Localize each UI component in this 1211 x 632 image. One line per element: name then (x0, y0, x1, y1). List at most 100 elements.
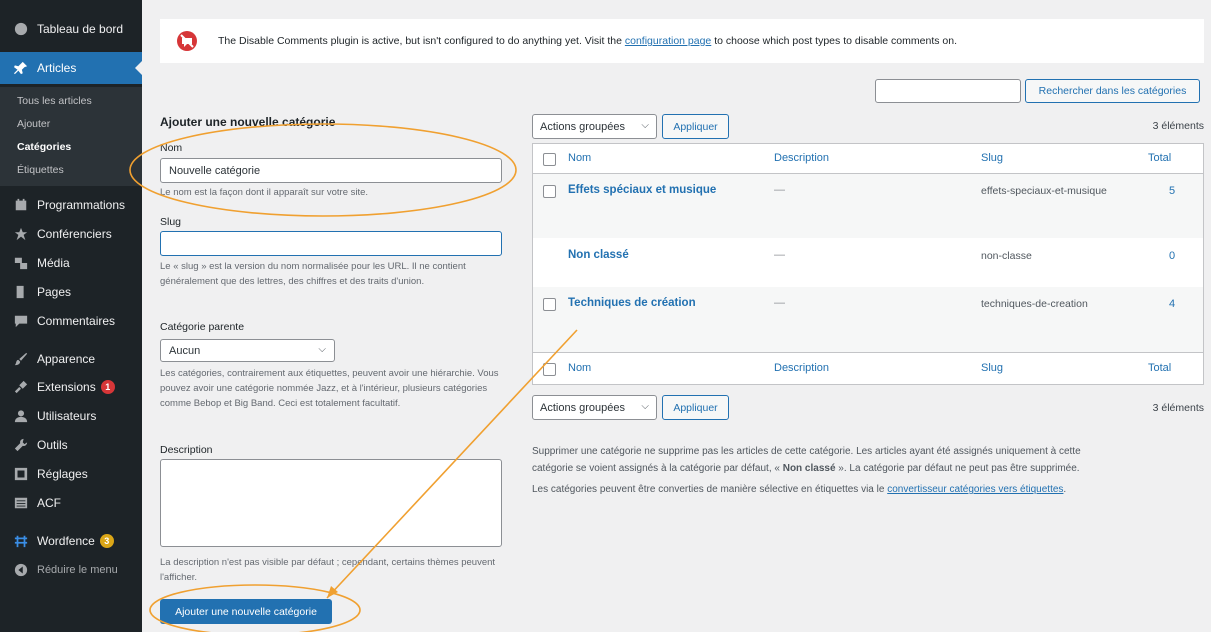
collapse-label: Réduire le menu (37, 564, 118, 576)
menu-item-media[interactable]: Média (0, 250, 142, 276)
add-category-submit-button[interactable]: Ajouter une nouvelle catégorie (160, 599, 332, 624)
convert-info-line: Les catégories peuvent être converties d… (532, 482, 1066, 497)
slug-label: Slug (160, 216, 182, 228)
configuration-page-link[interactable]: configuration page (625, 35, 711, 47)
brush-icon (14, 352, 28, 366)
chevron-down-icon: ⌵ (318, 344, 326, 355)
bulk-actions-select-top[interactable]: Actions groupées ⌵ (532, 114, 657, 139)
parent-category-label: Catégorie parente (160, 321, 245, 333)
column-footer-total[interactable]: Total (1148, 362, 1171, 374)
notice-text-end: to choose which post types to disable co… (711, 35, 957, 47)
category-count-link[interactable]: 4 (1169, 298, 1175, 310)
add-category-heading: Ajouter une nouvelle catégorie (160, 115, 336, 129)
parent-help-text: Les catégories, contrairement aux étique… (160, 368, 499, 409)
menu-label: Wordfence (37, 534, 95, 548)
category-tag-converter-link[interactable]: convertisseur catégories vers étiquettes (887, 484, 1063, 495)
category-slug: non-classe (981, 250, 1032, 262)
menu-item-programmations[interactable]: Programmations (0, 192, 142, 218)
menu-item-articles[interactable]: Articles (0, 52, 142, 84)
submenu-item-add[interactable]: Ajouter (17, 118, 50, 130)
row-checkbox[interactable] (543, 185, 556, 198)
disable-comments-logo-icon (177, 31, 197, 51)
category-slug: techniques-de-creation (981, 298, 1088, 310)
table-row: Techniques de création — techniques-de-c… (533, 287, 1203, 353)
comment-icon (14, 314, 28, 328)
submenu-item-all-articles[interactable]: Tous les articles (17, 95, 92, 107)
category-description: — (774, 297, 785, 309)
description-label: Description (160, 444, 213, 456)
select-all-checkbox[interactable] (543, 153, 556, 166)
info-text: . (1063, 484, 1067, 495)
column-header-description[interactable]: Description (774, 152, 829, 164)
category-slug-input[interactable] (160, 231, 502, 256)
plugin-notice: The Disable Comments plugin is active, b… (160, 19, 1204, 63)
name-label: Nom (160, 142, 183, 154)
category-name-input[interactable]: Nouvelle catégorie (160, 158, 502, 183)
bulk-actions-label: Actions groupées (540, 120, 625, 133)
collapse-menu-button[interactable]: Réduire le menu (0, 557, 142, 583)
category-description: — (774, 249, 785, 261)
search-categories-button[interactable]: Rechercher dans les catégories (1025, 79, 1200, 103)
menu-label: Extensions (37, 380, 96, 394)
menu-label: Apparence (37, 352, 96, 366)
submenu-item-tags[interactable]: Étiquettes (17, 164, 64, 176)
info-text: catégorie se voient assignés à la catégo… (532, 463, 783, 474)
apply-button-bottom[interactable]: Appliquer (662, 395, 729, 420)
submenu-item-categories[interactable]: Catégories (17, 141, 71, 153)
user-icon (14, 409, 28, 423)
chevron-down-icon: ⌵ (641, 120, 649, 131)
menu-item-extensions[interactable]: Extensions 1 (0, 374, 142, 400)
table-header-row: Nom Description Slug Total (533, 144, 1203, 174)
row-checkbox[interactable] (543, 298, 556, 311)
apply-button-top[interactable]: Appliquer (662, 114, 729, 139)
menu-item-apparence[interactable]: Apparence (0, 346, 142, 372)
media-icon (14, 256, 28, 270)
category-count-link[interactable]: 5 (1169, 185, 1175, 197)
menu-item-commentaires[interactable]: Commentaires (0, 308, 142, 334)
category-description: — (774, 184, 785, 196)
column-footer-name[interactable]: Nom (568, 362, 591, 374)
slug-help-text: Le « slug » est la version du nom normal… (160, 261, 466, 287)
menu-item-acf[interactable]: ACF (0, 490, 142, 516)
menu-item-conferenciers[interactable]: Conférenciers (0, 221, 142, 247)
chevron-down-icon: ⌵ (641, 401, 649, 412)
column-header-total[interactable]: Total (1148, 152, 1171, 164)
select-all-checkbox-footer[interactable] (543, 363, 556, 376)
category-name-link[interactable]: Techniques de création (568, 297, 696, 309)
menu-item-utilisateurs[interactable]: Utilisateurs (0, 403, 142, 429)
category-description-textarea[interactable] (160, 459, 502, 547)
category-count-link[interactable]: 0 (1169, 250, 1175, 262)
pages-icon (14, 285, 28, 299)
current-menu-arrow (135, 61, 142, 75)
items-count-top: 3 éléments (1152, 120, 1204, 132)
menu-item-dashboard[interactable]: Tableau de bord (0, 16, 142, 42)
menu-label: Articles (37, 61, 77, 75)
wordfence-icon (14, 534, 28, 548)
menu-label: Programmations (37, 198, 126, 212)
menu-label: Tableau de bord (37, 22, 124, 36)
category-search-input[interactable] (875, 79, 1021, 103)
categories-table: Nom Description Slug Total Effets spécia… (532, 143, 1204, 385)
column-footer-description[interactable]: Description (774, 362, 829, 374)
menu-item-outils[interactable]: Outils (0, 432, 142, 458)
column-header-name[interactable]: Nom (568, 152, 591, 164)
menu-item-reglages[interactable]: Réglages (0, 461, 142, 487)
menu-item-pages[interactable]: Pages (0, 279, 142, 305)
menu-label: Utilisateurs (37, 409, 97, 423)
column-footer-slug[interactable]: Slug (981, 362, 1003, 374)
menu-item-wordfence[interactable]: Wordfence 3 (0, 528, 142, 554)
admin-sidebar: Tableau de bord Articles Tous les articl… (0, 0, 142, 632)
items-count-bottom: 3 éléments (1152, 402, 1204, 414)
notice-text: The Disable Comments plugin is active, b… (218, 35, 957, 47)
menu-label: Conférenciers (37, 227, 112, 241)
palette-icon (14, 22, 28, 36)
category-name-link[interactable]: Non classé (568, 249, 629, 261)
annotation-arrow-head (327, 586, 338, 598)
parent-category-value: Aucun (169, 344, 201, 357)
parent-category-select[interactable]: Aucun ⌵ (160, 339, 335, 362)
bulk-actions-select-bottom[interactable]: Actions groupées ⌵ (532, 395, 657, 420)
collapse-icon (14, 563, 28, 577)
category-name-link[interactable]: Effets spéciaux et musique (568, 184, 716, 196)
column-header-slug[interactable]: Slug (981, 152, 1003, 164)
wrench-icon (14, 438, 28, 452)
